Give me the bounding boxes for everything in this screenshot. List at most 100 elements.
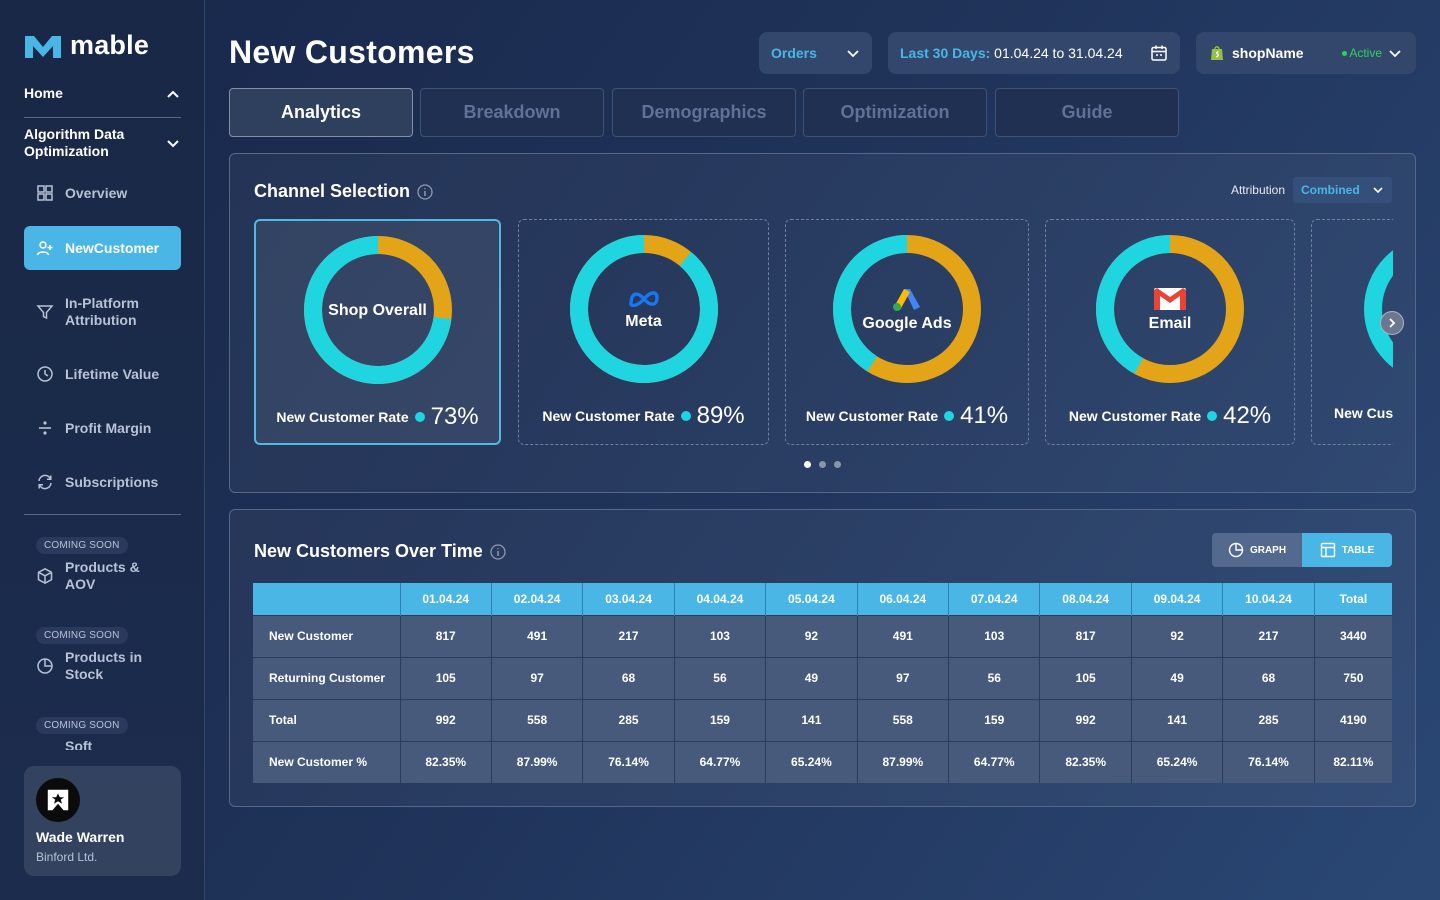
- partial-donut-chart: [1364, 250, 1393, 368]
- calendar-icon: [1151, 45, 1167, 61]
- table-cell: 56: [948, 656, 1041, 699]
- sidebar-item-lifetime-value[interactable]: Lifetime Value: [24, 365, 181, 383]
- channel-selection-panel: Channel Selection Attribution Combined S…: [229, 153, 1416, 493]
- channel-selection-title: Channel Selection: [254, 181, 411, 201]
- chevron-down-icon: [167, 140, 179, 148]
- table-cell: 217: [1222, 614, 1315, 657]
- table-cell: 97: [491, 656, 584, 699]
- info-icon[interactable]: [490, 543, 506, 560]
- column-header: 01.04.24: [400, 583, 492, 615]
- column-header: 02.04.24: [491, 583, 584, 615]
- mable-logo-icon: [25, 35, 61, 58]
- divider: [24, 514, 181, 515]
- sidebar-item-products-in-stock[interactable]: Products in Stock: [24, 649, 181, 683]
- attribution-value: Combined: [1301, 183, 1360, 197]
- table-cell: 103: [948, 614, 1041, 657]
- rate-row: New Customer Rate 42%: [1046, 402, 1294, 430]
- table-toggle-button[interactable]: TABLE: [1302, 533, 1392, 567]
- rate-label: New Customer Rate: [542, 408, 675, 424]
- table-header-row: 01.04.24 02.04.24 03.04.24 04.04.24 05.0…: [253, 583, 1392, 615]
- info-icon[interactable]: [417, 183, 433, 200]
- table-cell: 105: [1039, 656, 1132, 699]
- table-cell: 217: [582, 614, 675, 657]
- tab-demographics[interactable]: Demographics: [612, 88, 796, 137]
- table-cell: 491: [491, 614, 584, 657]
- table-cell: 491: [857, 614, 950, 657]
- chevron-down-icon: [1389, 50, 1401, 58]
- metric-select[interactable]: Orders: [759, 32, 872, 74]
- sidebar-item-subscriptions[interactable]: Subscriptions: [24, 473, 181, 491]
- rate-value: 73%: [430, 403, 479, 430]
- channel-card-meta[interactable]: Meta New Customer Rate 89%: [518, 219, 769, 445]
- sidebar: mable Home Algorithm Data Optimization O…: [0, 0, 205, 900]
- pager-dot[interactable]: [834, 461, 841, 468]
- rate-row: New Customer Rate 73%: [256, 403, 499, 431]
- view-toggle: GRAPH TABLE: [1212, 533, 1392, 567]
- shop-selector[interactable]: shopName Active: [1196, 32, 1416, 74]
- attribution-select[interactable]: Combined: [1293, 177, 1392, 203]
- avatar: [36, 778, 80, 822]
- table-cell: 76.14%: [1222, 740, 1315, 783]
- table-cell: 64.77%: [674, 740, 767, 783]
- table-cell: 82.35%: [400, 740, 492, 783]
- filter-icon: [36, 305, 54, 320]
- channel-card-email[interactable]: Email New Customer Rate 42%: [1045, 219, 1295, 445]
- table-cell: 558: [491, 698, 584, 741]
- refresh-icon: [38, 474, 52, 490]
- coming-soon-badge: COMING SOON: [36, 627, 128, 644]
- sidebar-section-algorithm[interactable]: Algorithm Data Optimization: [24, 126, 181, 160]
- page-title: New Customers: [229, 34, 475, 70]
- rate-label: New Customer Rate: [805, 408, 939, 424]
- carousel-next-button[interactable]: [1380, 311, 1404, 335]
- over-time-title: New Customers Over Time: [254, 541, 483, 561]
- rate-dot: [944, 411, 955, 421]
- carousel-pager: [804, 461, 841, 468]
- graph-toggle-button[interactable]: GRAPH: [1212, 533, 1302, 567]
- table-cell: 82.11%: [1314, 740, 1392, 783]
- column-header: 06.04.24: [857, 583, 950, 615]
- user-card[interactable]: Wade Warren Binford Ltd.: [24, 766, 181, 876]
- grid-icon: [37, 185, 53, 201]
- shopify-bag-icon: [1211, 46, 1223, 60]
- table-row: New Customer 817 491 217 103 92 491 103 …: [253, 614, 1392, 657]
- panel-title: Channel Selection: [254, 181, 433, 202]
- sidebar-home[interactable]: Home: [24, 85, 181, 102]
- tab-breakdown[interactable]: Breakdown: [420, 88, 604, 137]
- rate-dot: [680, 411, 691, 421]
- pager-dot-active[interactable]: [804, 461, 811, 468]
- table-cell: 992: [1039, 698, 1132, 741]
- table-cell: 64.77%: [948, 740, 1041, 783]
- channel-card-google-ads[interactable]: Google Ads New Customer Rate 41%: [785, 219, 1029, 445]
- google-ads-icon: [893, 288, 920, 311]
- sidebar-item-label: Products & AOV: [65, 559, 140, 592]
- box-icon: [37, 567, 53, 585]
- partial-card-clip: New Cus: [1311, 219, 1393, 445]
- table-cell: 159: [674, 698, 767, 741]
- sidebar-item-newcustomer[interactable]: NewCustomer: [24, 226, 181, 270]
- divider: [24, 117, 181, 118]
- sidebar-item-attribution[interactable]: In-Platform Attribution: [24, 295, 181, 329]
- column-header: 03.04.24: [582, 583, 675, 615]
- date-range-picker[interactable]: Last 30 Days: 01.04.24 to 31.04.24: [888, 32, 1180, 74]
- logo[interactable]: mable: [24, 30, 149, 61]
- rate-dot: [1207, 411, 1218, 421]
- sidebar-item-products-aov[interactable]: Products & AOV: [24, 559, 181, 593]
- channel-name: Email: [1148, 314, 1192, 332]
- gmail-icon: [1154, 287, 1186, 310]
- sidebar-item-profit-margin[interactable]: Profit Margin: [24, 419, 181, 437]
- table-cell: 56: [674, 656, 767, 699]
- sidebar-item-soft-clip: Soft: [24, 735, 181, 750]
- channel-card-shop-overall[interactable]: Shop Overall New Customer Rate 73%: [254, 219, 501, 445]
- tab-guide[interactable]: Guide: [995, 88, 1179, 137]
- table-cell: 87.99%: [857, 740, 950, 783]
- pager-dot[interactable]: [819, 461, 826, 468]
- channel-name: Google Ads: [862, 314, 952, 332]
- sidebar-item-overview[interactable]: Overview: [24, 184, 181, 202]
- tab-optimization[interactable]: Optimization: [803, 88, 987, 137]
- pie-chart-icon: [1228, 542, 1244, 558]
- tab-analytics[interactable]: Analytics: [229, 88, 413, 137]
- graph-toggle-label: GRAPH: [1249, 544, 1287, 556]
- channel-card-partial[interactable]: New Cus: [1311, 219, 1393, 445]
- sidebar-item-soft[interactable]: Soft: [24, 738, 181, 750]
- sidebar-item-label: Products in Stock: [65, 649, 143, 682]
